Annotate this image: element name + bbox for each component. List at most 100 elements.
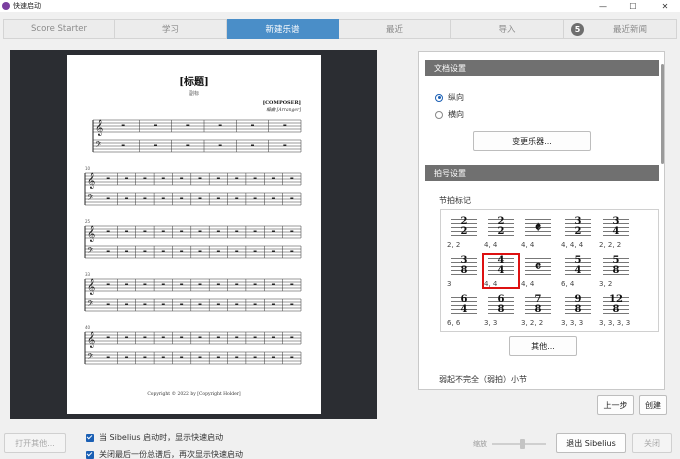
whole-rest [161,336,165,338]
window-title: 快速启动 [13,2,41,10]
landscape-radio[interactable]: 横向 [435,109,464,120]
time-signature-glyph: 22 [451,216,477,240]
time-signature-beam-caption: 2, 2 [447,241,461,249]
whole-rest [290,177,294,179]
whole-rest [180,303,184,305]
close-button[interactable]: 关闭 [632,433,672,453]
zoom-slider-handle[interactable] [520,439,525,449]
time-signature-beam-caption: 3, 2 [599,280,613,288]
open-other-button[interactable]: 打开其他... [4,433,66,453]
time-signature-grid[interactable]: 2 2 2, 2 2 2 4, 4 𝄵 4, 4 3 2 4, 4, 4 3 4 2, 2, 238344… [440,209,659,332]
bass-clef: 𝄢 [87,194,94,205]
score-systems: 𝄞 𝄢 𝄞 𝄢 10 𝄞 𝄢 25 𝄞 𝄢 33 𝄞 𝄢 40 [84,119,302,365]
whole-rest [143,336,147,338]
bass-clef: 𝄢 [87,353,94,364]
time-signature-denominator: 4 [612,226,620,237]
time-signature-symbol: 𝄵 [534,220,542,236]
time-signature-option[interactable]: 383 [445,253,481,291]
doc-settings-header[interactable]: 文档设置 [425,60,659,76]
time-signature-beam-caption: 3, 3, 3, 3 [599,319,631,327]
whole-rest [121,144,125,146]
staff-line [488,270,514,271]
tab-recent[interactable]: 最近 [339,19,451,39]
whole-rest [154,144,157,146]
time-signature-glyph: 32 [565,216,591,240]
time-signature-denominator: 8 [497,304,505,315]
time-signature-option[interactable]: 5 4 6, 4 [559,253,595,291]
time-signature-option[interactable]: 6 4 6, 6 [445,292,481,330]
whole-rest [216,250,220,252]
time-signature-option[interactable]: 4 4 4, 4 [482,253,520,291]
whole-rest [235,250,239,252]
time-signature-denominator: 8 [574,304,582,315]
exit-sibelius-button[interactable]: 退出 Sibelius [556,433,626,453]
portrait-label: 纵向 [448,93,464,102]
whole-rest [271,177,275,179]
whole-rest [143,250,147,252]
time-signature-glyph: 𝄴 [525,255,551,279]
whole-rest [253,336,257,338]
show-on-startup-checkbox[interactable]: 当 Sibelius 启动时，显示快速启动 [86,432,223,443]
time-signature-option[interactable]: 3 2 4, 4, 4 [559,214,595,252]
score-composer: [COMPOSER] [263,100,301,106]
tab-latest-news[interactable]: 5 最近新闻 [564,19,677,39]
whole-rest [125,303,129,305]
time-signature-option[interactable]: 9 8 3, 3, 3 [559,292,595,330]
create-button[interactable]: 创建 [639,395,667,415]
tab-import[interactable]: 导入 [451,19,564,39]
landscape-label: 横向 [448,110,464,119]
time-signature-option[interactable]: 𝄴 4, 4 [519,253,555,291]
whole-rest [161,356,165,358]
score-preview-pane: [标题] 副标 [COMPOSER] 编曲 [Arranger] 𝄞 𝄢 𝄞 𝄢 10 𝄞… [10,50,377,419]
whole-rest [198,250,202,252]
time-signature-option[interactable]: 𝄵 4, 4 [519,214,555,252]
close-window-button[interactable]: ✕ [650,0,680,12]
whole-rest [143,230,147,232]
time-signature-beam-caption: 3, 3 [484,319,498,327]
score-page: [标题] 副标 [COMPOSER] 编曲 [Arranger] 𝄞 𝄢 𝄞 𝄢 10 𝄞… [67,55,321,414]
minimize-button[interactable]: — [588,0,618,12]
whole-rest [290,283,294,285]
show-after-close-checkbox[interactable]: 关闭最后一份总谱后，再次显示快速启动 [86,449,243,459]
zoom-slider-track[interactable] [492,443,546,445]
treble-clef: 𝄞 [87,332,95,348]
whole-rest [235,356,239,358]
whole-rest [125,336,129,338]
change-instruments-button[interactable]: 变更乐器... [473,131,591,151]
settings-panel[interactable]: 文档设置 纵向 横向 变更乐器... 拍号设置 节拍标记 2 2 2, 2 2 2 4, … [418,51,665,390]
news-count-badge: 5 [571,23,584,36]
time-signature-option[interactable]: 5 8 3, 2 [597,253,633,291]
tab-learn[interactable]: 学习 [115,19,227,39]
time-signature-option[interactable]: 3 4 2, 2, 2 [597,214,633,252]
time-signature-option[interactable]: 2 2 4, 4 [482,214,518,252]
show-after-close-label: 关闭最后一份总谱后，再次显示快速启动 [99,450,243,459]
time-signature-option[interactable]: 6 8 3, 3 [482,292,518,330]
time-signature-symbol: 𝄴 [534,259,542,275]
whole-rest [198,197,202,199]
whole-rest [235,197,239,199]
time-signature-beam-caption: 2, 2, 2 [599,241,622,249]
whole-rest [290,356,294,358]
whole-rest [235,283,239,285]
tab-new-score[interactable]: 新建乐谱 [227,19,339,39]
whole-rest [198,230,202,232]
panel-scrollbar[interactable] [661,64,664,164]
time-signature-beam-caption: 4, 4 [484,241,498,249]
whole-rest [216,303,220,305]
previous-button[interactable]: 上一步 [597,395,634,415]
whole-rest [271,336,275,338]
time-signature-option[interactable]: 12 8 3, 3, 3, 3 [597,292,633,330]
other-time-signature-button[interactable]: 其他... [509,336,577,356]
time-signature-option[interactable]: 7 8 3, 2, 2 [519,292,555,330]
time-signature-header[interactable]: 拍号设置 [425,165,659,181]
whole-rest [186,144,190,146]
time-signature-option[interactable]: 2 2 2, 2 [445,214,481,252]
time-signature-beam-caption: 4, 4 [484,280,498,288]
tab-score-starter[interactable]: Score Starter [3,19,115,39]
time-signature-glyph: 12 8 [603,294,629,318]
whole-rest [125,197,129,199]
maximize-button[interactable]: ☐ [618,0,648,12]
staff-line [488,262,514,263]
whole-rest [251,124,254,126]
portrait-radio[interactable]: 纵向 [435,92,464,103]
